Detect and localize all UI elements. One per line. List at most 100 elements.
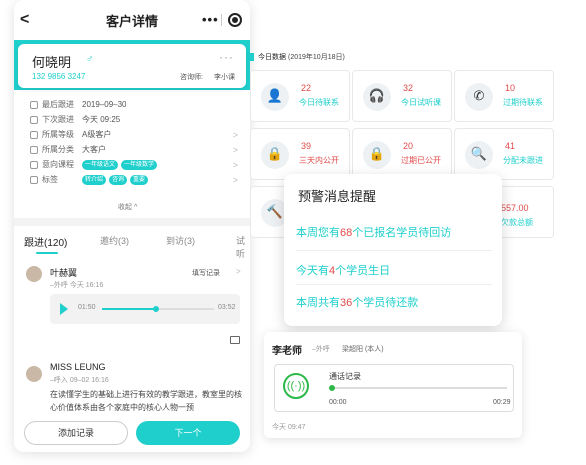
info-label: 标签	[42, 175, 58, 184]
audio-duration: 03:52	[218, 304, 236, 311]
consultant-label: 咨询师:	[180, 74, 203, 81]
label-tag: 转介绍	[82, 175, 107, 185]
section-divider	[14, 218, 250, 226]
alert-message[interactable]: 本周您有68个已报名学员待回访	[296, 224, 451, 240]
follow-up-meta: –外呼 今天 16:16	[50, 282, 104, 289]
stat-label: 分配未跟进	[503, 156, 543, 165]
label-tag: 重要	[130, 175, 149, 185]
call-current-time: 00:00	[329, 399, 347, 406]
stat-overdue-contact[interactable]: ✆ 10 过期待联系	[454, 70, 554, 122]
tab-follow-up[interactable]: 跟进(120)	[24, 234, 67, 249]
call-record-card: 李老师 –外呼 梁超阳 (本人) ((·)) 通话记录 00:00 00:29 …	[264, 332, 522, 438]
alert-title: 预警消息提醒	[298, 189, 377, 204]
tag-icon	[30, 176, 38, 184]
info-row-next-follow: 下次跟进 今天 09:25	[30, 113, 240, 127]
stat-public-3days[interactable]: 🔒 39 三天内公开	[250, 128, 350, 180]
stat-to-contact[interactable]: 👤 22 今日待联系	[250, 70, 350, 122]
tab-trial[interactable]: 试听	[236, 234, 250, 260]
tab-invite[interactable]: 邀约(3)	[100, 234, 129, 247]
info-row-level[interactable]: 所属等级 A级客户 >	[30, 128, 240, 142]
bottom-action-bar: 添加记录 下一个	[14, 414, 250, 452]
audio-progress-knob[interactable]	[152, 306, 159, 312]
stat-label: 欠款总额	[501, 218, 533, 227]
info-row-last-follow: 最后跟进 2019–09–30	[30, 98, 240, 112]
stat-label: 今日试听课	[401, 98, 441, 107]
avatar	[26, 266, 42, 282]
call-progress-track[interactable]	[329, 385, 507, 391]
card-more-icon[interactable]: ···	[219, 50, 234, 64]
next-button[interactable]: 下一个	[136, 421, 240, 445]
follow-up-meta: –呼入 09–02 16:16	[50, 377, 109, 384]
customer-card: 何晓明 ♂ ··· 132 9856 3247 咨询师: 李小课	[18, 44, 246, 88]
stat-assigned-unfollowed[interactable]: 🔍 41 分配未跟进	[454, 128, 554, 180]
collapse-toggle[interactable]: 收起 ^	[118, 202, 137, 212]
stat-count: 22	[301, 83, 312, 93]
call-recording-player: ((·)) 通话记录 00:00 00:29	[274, 364, 514, 412]
back-icon[interactable]: <	[20, 10, 36, 30]
info-value: 今天 09:25	[82, 115, 121, 124]
stat-label: 三天内公开	[299, 156, 339, 165]
label-tags: 转介绍 咨询 重要	[82, 173, 151, 187]
stat-overdue-public[interactable]: 🔒 20 过期已公开	[352, 128, 452, 180]
calendar-icon	[30, 116, 38, 124]
course-tags: 一年级语文 一年级数学	[82, 158, 160, 172]
call-audio-icon[interactable]: ((·))	[283, 373, 309, 399]
stat-label: 过期已公开	[401, 156, 441, 165]
alert-message[interactable]: 本周共有36个学员待还款	[296, 294, 418, 310]
tab-visit[interactable]: 到访(3)	[166, 234, 195, 247]
chevron-right-icon: >	[232, 175, 238, 185]
alert-message[interactable]: 今天有4个学员生日	[296, 262, 390, 278]
search-icon: 🔍	[465, 141, 493, 169]
add-record-button[interactable]: 添加记录	[24, 421, 128, 445]
info-row-tags[interactable]: 标签 转介绍 咨询 重要 >	[30, 173, 240, 187]
info-row-category[interactable]: 所属分类 大客户 >	[30, 143, 240, 157]
warning-alert-popup: 预警消息提醒 本周您有68个已报名学员待回访 今天有4个学员生日 本周共有36个…	[284, 174, 502, 326]
missed-call-icon: ✆	[465, 83, 493, 111]
alert-text: 今天有	[296, 265, 329, 277]
header-divider	[221, 14, 222, 26]
call-type: –外呼	[312, 346, 330, 353]
page-header: < 客户详情 •••	[14, 0, 250, 40]
avatar	[26, 366, 42, 382]
stat-count: 20	[403, 141, 414, 151]
today-title: 今日数据	[258, 54, 286, 61]
category-icon	[30, 146, 38, 154]
call-progress-knob[interactable]	[329, 385, 335, 391]
divider	[296, 284, 492, 285]
follow-up-name: MISS LEUNG	[50, 362, 106, 372]
stat-count: 41	[505, 141, 516, 151]
more-icon[interactable]: •••	[202, 13, 219, 27]
male-icon: ♂	[86, 54, 94, 65]
info-label: 所属分类	[42, 145, 74, 154]
stat-trial-class[interactable]: 🎧 32 今日试听课	[352, 70, 452, 122]
consultant-name: 李小课	[214, 74, 235, 81]
info-label: 下次跟进	[42, 115, 74, 124]
info-label: 所属等级	[42, 130, 74, 139]
close-miniapp-icon[interactable]	[228, 13, 242, 27]
alert-count: 68	[340, 227, 353, 239]
label-tag: 咨询	[109, 175, 128, 185]
active-tab-indicator	[36, 252, 58, 254]
teacher-name: 李老师	[272, 346, 302, 357]
audio-progress-track[interactable]	[102, 306, 214, 312]
today-date: (2019年10月18日)	[288, 54, 345, 61]
comment-icon[interactable]	[230, 336, 240, 344]
play-icon[interactable]	[60, 303, 68, 315]
stat-count: 10	[505, 83, 516, 93]
course-tag: 一年级语文	[82, 160, 119, 170]
call-record-title: 通话记录	[329, 372, 361, 381]
customer-detail-phone: < 客户详情 ••• 何晓明 ♂ ··· 132 9856 3247 咨询师: …	[14, 0, 250, 452]
call-timestamp: 今天 09:47	[272, 424, 306, 431]
stat-count: 557.00	[501, 203, 529, 213]
divider	[296, 250, 492, 251]
customer-phone[interactable]: 132 9856 3247	[32, 72, 85, 81]
fill-record-link[interactable]: 填写记录	[192, 268, 220, 278]
info-value: 大客户	[82, 145, 106, 154]
alert-text: 本周您有	[296, 227, 340, 239]
level-icon	[30, 131, 38, 139]
alert-text: 个学员生日	[335, 265, 391, 277]
alert-text: 本周共有	[296, 297, 340, 309]
lock-icon: 🔒	[261, 141, 289, 169]
info-row-course[interactable]: 意向课程 一年级语文 一年级数学 >	[30, 158, 240, 172]
audio-progress-fill	[102, 308, 156, 310]
